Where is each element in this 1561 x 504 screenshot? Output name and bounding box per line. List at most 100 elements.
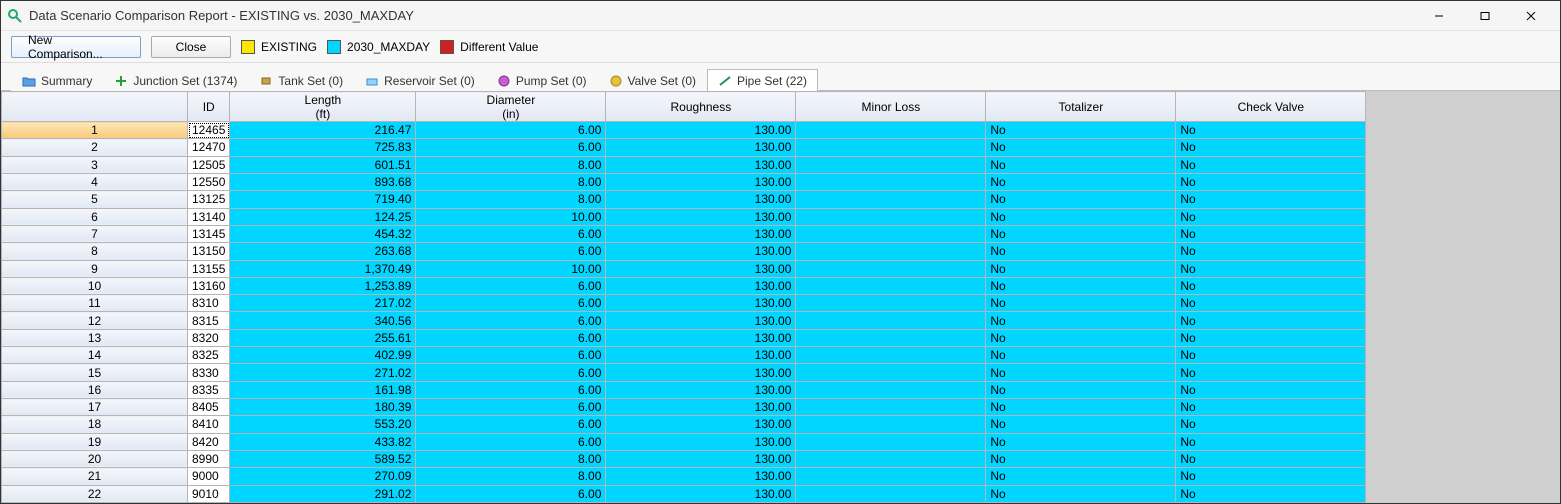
header-rownum[interactable] <box>2 92 188 122</box>
cell-diameter[interactable]: 10.00 <box>416 208 606 225</box>
table-row[interactable]: 168335161.986.00130.00NoNo <box>2 381 1366 398</box>
cell-roughness[interactable]: 130.00 <box>606 416 796 433</box>
cell-roughness[interactable]: 130.00 <box>606 450 796 467</box>
cell-length[interactable]: 402.99 <box>230 347 416 364</box>
cell-totalizer[interactable]: No <box>986 156 1176 173</box>
cell-totalizer[interactable]: No <box>986 468 1176 485</box>
cell-check-valve[interactable]: No <box>1176 260 1366 277</box>
cell-roughness[interactable]: 130.00 <box>606 468 796 485</box>
cell-length[interactable]: 1,253.89 <box>230 277 416 294</box>
table-row[interactable]: 412550893.688.00130.00NoNo <box>2 173 1366 190</box>
cell-diameter[interactable]: 6.00 <box>416 122 606 139</box>
row-number[interactable]: 3 <box>2 156 188 173</box>
cell-check-valve[interactable]: No <box>1176 433 1366 450</box>
cell-totalizer[interactable]: No <box>986 381 1176 398</box>
cell-length[interactable]: 124.25 <box>230 208 416 225</box>
minimize-button[interactable] <box>1416 1 1462 31</box>
cell-diameter[interactable]: 6.00 <box>416 139 606 156</box>
cell-id[interactable]: 9010 <box>188 485 230 502</box>
cell-check-valve[interactable]: No <box>1176 139 1366 156</box>
cell-length[interactable]: 589.52 <box>230 450 416 467</box>
header-diameter[interactable]: Diameter (in) <box>416 92 606 122</box>
cell-roughness[interactable]: 130.00 <box>606 243 796 260</box>
cell-totalizer[interactable]: No <box>986 485 1176 502</box>
cell-id[interactable]: 12550 <box>188 173 230 190</box>
cell-roughness[interactable]: 130.00 <box>606 381 796 398</box>
cell-diameter[interactable]: 6.00 <box>416 485 606 502</box>
table-row[interactable]: 9131551,370.4910.00130.00NoNo <box>2 260 1366 277</box>
cell-diameter[interactable]: 8.00 <box>416 450 606 467</box>
tab-valve[interactable]: Valve Set (0) <box>598 69 707 91</box>
table-row[interactable]: 229010291.026.00130.00NoNo <box>2 485 1366 502</box>
table-row[interactable]: 178405180.396.00130.00NoNo <box>2 399 1366 416</box>
cell-check-valve[interactable]: No <box>1176 399 1366 416</box>
cell-id[interactable]: 8325 <box>188 347 230 364</box>
cell-id[interactable]: 8420 <box>188 433 230 450</box>
cell-length[interactable]: 454.32 <box>230 225 416 242</box>
tab-pipe[interactable]: Pipe Set (22) <box>707 69 818 91</box>
cell-length[interactable]: 255.61 <box>230 329 416 346</box>
table-row[interactable]: 198420433.826.00130.00NoNo <box>2 433 1366 450</box>
cell-length[interactable]: 271.02 <box>230 364 416 381</box>
row-number[interactable]: 5 <box>2 191 188 208</box>
maximize-button[interactable] <box>1462 1 1508 31</box>
table-row[interactable]: 813150263.686.00130.00NoNo <box>2 243 1366 260</box>
cell-totalizer[interactable]: No <box>986 295 1176 312</box>
cell-check-valve[interactable]: No <box>1176 208 1366 225</box>
cell-minor-loss[interactable] <box>796 416 986 433</box>
table-row[interactable]: 513125719.408.00130.00NoNo <box>2 191 1366 208</box>
cell-roughness[interactable]: 130.00 <box>606 156 796 173</box>
cell-minor-loss[interactable] <box>796 173 986 190</box>
row-number[interactable]: 19 <box>2 433 188 450</box>
cell-id[interactable]: 8330 <box>188 364 230 381</box>
cell-check-valve[interactable]: No <box>1176 312 1366 329</box>
cell-diameter[interactable]: 6.00 <box>416 277 606 294</box>
cell-length[interactable]: 161.98 <box>230 381 416 398</box>
cell-check-valve[interactable]: No <box>1176 450 1366 467</box>
cell-id[interactable]: 9000 <box>188 468 230 485</box>
header-roughness[interactable]: Roughness <box>606 92 796 122</box>
cell-diameter[interactable]: 6.00 <box>416 347 606 364</box>
row-number[interactable]: 8 <box>2 243 188 260</box>
cell-roughness[interactable]: 130.00 <box>606 260 796 277</box>
cell-roughness[interactable]: 130.00 <box>606 347 796 364</box>
cell-diameter[interactable]: 6.00 <box>416 295 606 312</box>
cell-length[interactable]: 217.02 <box>230 295 416 312</box>
table-row[interactable]: 613140124.2510.00130.00NoNo <box>2 208 1366 225</box>
cell-id[interactable]: 8315 <box>188 312 230 329</box>
cell-roughness[interactable]: 130.00 <box>606 225 796 242</box>
cell-minor-loss[interactable] <box>796 243 986 260</box>
header-totalizer[interactable]: Totalizer <box>986 92 1176 122</box>
row-number[interactable]: 13 <box>2 329 188 346</box>
row-number[interactable]: 1 <box>2 122 188 139</box>
data-grid[interactable]: ID Length (ft) Diameter (in) Roughness M… <box>1 91 1366 503</box>
cell-check-valve[interactable]: No <box>1176 468 1366 485</box>
tab-summary[interactable]: Summary <box>11 69 103 91</box>
cell-diameter[interactable]: 6.00 <box>416 399 606 416</box>
cell-totalizer[interactable]: No <box>986 433 1176 450</box>
cell-minor-loss[interactable] <box>796 450 986 467</box>
cell-totalizer[interactable]: No <box>986 243 1176 260</box>
cell-diameter[interactable]: 6.00 <box>416 225 606 242</box>
cell-check-valve[interactable]: No <box>1176 191 1366 208</box>
window-close-button[interactable] <box>1508 1 1554 31</box>
row-number[interactable]: 18 <box>2 416 188 433</box>
cell-check-valve[interactable]: No <box>1176 277 1366 294</box>
row-number[interactable]: 7 <box>2 225 188 242</box>
cell-totalizer[interactable]: No <box>986 399 1176 416</box>
row-number[interactable]: 12 <box>2 312 188 329</box>
table-row[interactable]: 312505601.518.00130.00NoNo <box>2 156 1366 173</box>
row-number[interactable]: 4 <box>2 173 188 190</box>
table-row[interactable]: 219000270.098.00130.00NoNo <box>2 468 1366 485</box>
cell-check-valve[interactable]: No <box>1176 381 1366 398</box>
cell-minor-loss[interactable] <box>796 399 986 416</box>
cell-totalizer[interactable]: No <box>986 347 1176 364</box>
cell-id[interactable]: 8320 <box>188 329 230 346</box>
cell-id[interactable]: 12465 <box>188 122 230 139</box>
cell-id[interactable]: 8405 <box>188 399 230 416</box>
cell-totalizer[interactable]: No <box>986 139 1176 156</box>
cell-roughness[interactable]: 130.00 <box>606 485 796 502</box>
table-row[interactable]: 118310217.026.00130.00NoNo <box>2 295 1366 312</box>
cell-diameter[interactable]: 6.00 <box>416 381 606 398</box>
cell-id[interactable]: 13160 <box>188 277 230 294</box>
